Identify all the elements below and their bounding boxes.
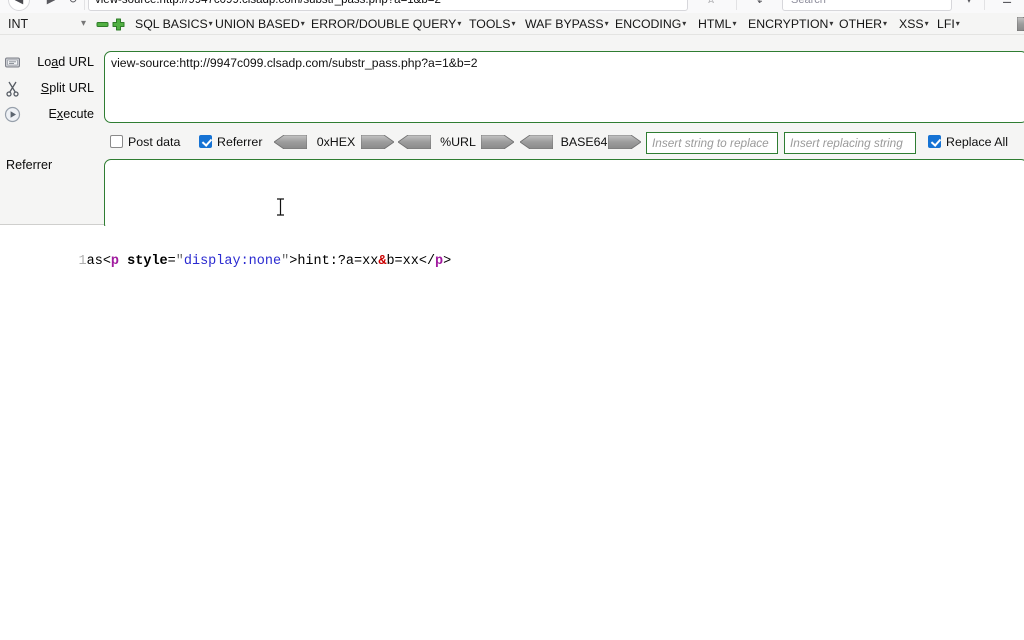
- load-url-label: Load URL: [37, 55, 94, 69]
- hamburger-menu-icon[interactable]: ☰: [996, 0, 1018, 11]
- referrer-textarea[interactable]: [104, 159, 1024, 231]
- reload-icon[interactable]: ↻: [62, 0, 84, 11]
- back-arrow-icon[interactable]: ◀: [8, 0, 30, 11]
- source-token: display:none: [183, 254, 282, 269]
- source-token: ": [281, 254, 290, 269]
- source-token: as: [86, 254, 103, 269]
- menu-lfi[interactable]: LFI▾: [937, 16, 960, 33]
- plus-icon[interactable]: [112, 18, 125, 31]
- caret-down-icon: ▾: [924, 19, 929, 28]
- source-line: 1as<p style="display:none">hint:?a=xx&b=…: [0, 232, 452, 269]
- encode-right-arrow-icon[interactable]: [1016, 16, 1024, 32]
- menu-sql-basics[interactable]: SQL BASICS▾: [135, 16, 213, 33]
- injection-type-value: INT: [8, 17, 29, 31]
- chevron-down-icon: ▾: [80, 18, 86, 29]
- menu-tools[interactable]: TOOLS▾: [469, 16, 515, 33]
- line-number: 1: [78, 254, 87, 269]
- menu-xss[interactable]: XSS▾: [899, 16, 929, 33]
- split-url-button[interactable]: Split URL: [0, 77, 100, 101]
- caret-down-icon: ▾: [829, 19, 834, 28]
- menu-encryption[interactable]: ENCRYPTION▾: [748, 16, 833, 33]
- source-token: p: [435, 254, 444, 269]
- injection-type-select[interactable]: INT ▾: [4, 15, 90, 33]
- hackbar-menubar: INT ▾ SQL BASICS▾ UNION BASED▾ ERROR/DOU…: [0, 13, 1024, 35]
- source-token: </: [418, 254, 436, 269]
- execute-label: Execute: [48, 107, 94, 121]
- view-source-body: 1as<p style="display:none">hint:?a=xx&b=…: [0, 226, 1024, 640]
- load-url-button[interactable]: Load URL: [0, 51, 100, 75]
- hackbar-options-row: Post data Referrer 0xHEX %URL BASE64 Ins…: [104, 131, 1024, 155]
- encode-right-arrow-icon[interactable]: [608, 135, 641, 149]
- source-token: p: [110, 254, 120, 269]
- caret-down-icon: ▾: [208, 19, 213, 28]
- caret-down-icon: ▾: [511, 19, 516, 28]
- caret-down-icon: ▾: [604, 19, 609, 28]
- decode-left-arrow-icon[interactable]: [274, 135, 307, 149]
- source-token: hint:?a=xx: [297, 254, 379, 269]
- encoder-label-url: %URL: [440, 135, 476, 149]
- forward-arrow-icon[interactable]: ▶: [40, 0, 62, 11]
- chevron-down-icon[interactable]: ▾: [958, 0, 980, 11]
- menu-html[interactable]: HTML▾: [698, 16, 737, 33]
- source-token: ": [175, 254, 184, 269]
- bookmark-star-icon[interactable]: ☆: [700, 0, 722, 11]
- scissors-icon: [4, 80, 21, 97]
- play-circle-icon: [4, 106, 21, 123]
- browser-url-bar[interactable]: view-source:http://9947c099.clsadp.com/s…: [88, 0, 688, 11]
- replace-all-checkbox[interactable]: [928, 135, 941, 148]
- menu-error-double-query[interactable]: ERROR/DOUBLE QUERY▾: [311, 16, 461, 33]
- i-beam-text-cursor: [276, 198, 285, 216]
- caret-down-icon: ▾: [682, 19, 687, 28]
- caret-down-icon: ▾: [457, 19, 462, 28]
- url-textarea[interactable]: view-source:http://9947c099.clsadp.com/s…: [104, 51, 1024, 123]
- caret-down-icon: ▾: [300, 19, 305, 28]
- browser-search-box[interactable]: Search: [782, 0, 952, 11]
- screen-root: ◀ ▶ ↻ view-source:http://9947c099.clsadp…: [0, 0, 1024, 640]
- hackbar-action-column: Load URL Split URL Execute Referrer: [0, 35, 100, 225]
- referrer-checkbox[interactable]: [199, 135, 212, 148]
- minus-icon[interactable]: [96, 18, 109, 31]
- post-data-label: Post data: [128, 135, 181, 149]
- source-token: b=xx: [386, 254, 419, 269]
- source-token: >: [443, 254, 452, 269]
- source-token: =: [167, 254, 176, 269]
- replace-with-input[interactable]: Insert replacing string: [784, 132, 916, 154]
- decode-left-arrow-icon[interactable]: [520, 135, 553, 149]
- menu-encoding[interactable]: ENCODING▾: [615, 16, 686, 33]
- encode-right-arrow-icon[interactable]: [361, 135, 394, 149]
- downloads-icon[interactable]: ↯: [748, 0, 770, 11]
- menu-other[interactable]: OTHER▾: [839, 16, 887, 33]
- post-data-checkbox[interactable]: [110, 135, 123, 148]
- split-url-label: Split URL: [40, 81, 94, 95]
- encode-right-arrow-icon[interactable]: [481, 135, 514, 149]
- decode-left-arrow-icon[interactable]: [398, 135, 431, 149]
- caret-down-icon: ▾: [732, 19, 737, 28]
- browser-chrome-strip: ◀ ▶ ↻ view-source:http://9947c099.clsadp…: [0, 0, 1024, 13]
- url-textarea-value: view-source:http://9947c099.clsadp.com/s…: [111, 56, 478, 70]
- caret-down-icon: ▾: [883, 19, 888, 28]
- referrer-checkbox-label: Referrer: [217, 135, 263, 149]
- replace-search-input[interactable]: Insert string to replace: [646, 132, 778, 154]
- source-line-content[interactable]: as<p style="display:none">hint:?a=xx&b=x…: [87, 254, 452, 269]
- hackbar-panel: INT ▾ SQL BASICS▾ UNION BASED▾ ERROR/DOU…: [0, 13, 1024, 231]
- source-token: <: [102, 254, 111, 269]
- source-token: [119, 254, 127, 269]
- caret-down-icon: ▾: [955, 19, 960, 28]
- menu-union-based[interactable]: UNION BASED▾: [215, 16, 305, 33]
- menu-waf-bypass[interactable]: WAF BYPASS▾: [525, 16, 609, 33]
- source-token: style: [127, 254, 168, 269]
- encoder-label-hex: 0xHEX: [316, 135, 356, 149]
- execute-button[interactable]: Execute: [0, 103, 100, 127]
- load-url-icon: [4, 54, 21, 71]
- referrer-section-label: Referrer: [6, 158, 53, 172]
- encoder-label-base64: BASE64: [560, 135, 608, 149]
- replace-all-label: Replace All: [946, 135, 1008, 149]
